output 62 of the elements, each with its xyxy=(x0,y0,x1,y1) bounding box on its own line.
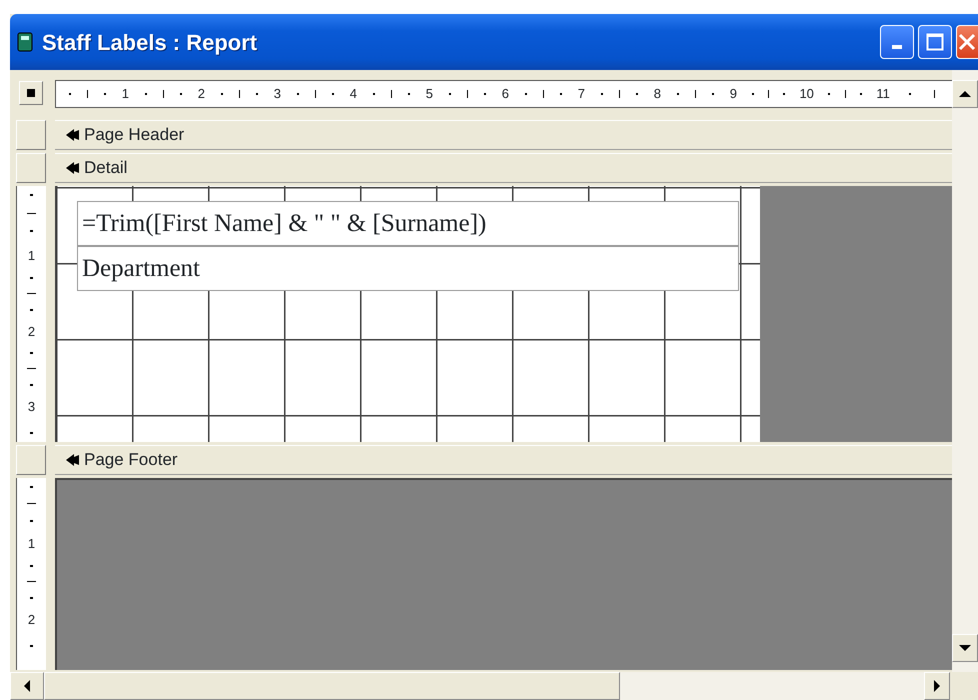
select-report-button[interactable] xyxy=(19,81,43,105)
ruler-number: 11 xyxy=(876,85,890,104)
ruler-number: 5 xyxy=(426,85,434,104)
ruler-number: 8 xyxy=(654,85,662,104)
ruler-tick xyxy=(27,212,36,214)
maximize-button[interactable] xyxy=(918,25,952,59)
scroll-right-button[interactable] xyxy=(924,672,950,700)
window-title: Staff Labels : Report xyxy=(42,28,258,57)
ruler-tick xyxy=(86,90,88,98)
ruler-tick xyxy=(238,90,240,98)
scroll-left-button[interactable] xyxy=(10,672,44,700)
ruler-number: 2 xyxy=(28,612,36,626)
up-arrow-icon xyxy=(958,88,972,100)
ruler-number: 1 xyxy=(122,85,130,104)
scroll-thumb[interactable] xyxy=(44,672,620,700)
ruler-number: 3 xyxy=(28,400,36,413)
ruler-number: 9 xyxy=(730,85,738,104)
ruler-number: 7 xyxy=(578,85,586,104)
ruler-tick xyxy=(162,90,164,98)
ruler-number: 1 xyxy=(28,537,36,550)
close-icon xyxy=(957,32,977,52)
right-arrow-icon xyxy=(931,679,943,693)
ruler-tick xyxy=(27,581,36,582)
arrow-icon xyxy=(65,128,80,142)
square-icon xyxy=(27,89,35,97)
ruler-tick xyxy=(844,90,846,98)
minimize-button[interactable] xyxy=(880,25,914,59)
arrow-icon xyxy=(65,161,80,175)
ruler-tick xyxy=(934,90,936,98)
ruler-number: 1 xyxy=(28,248,36,262)
ruler-tick xyxy=(466,90,468,98)
ruler-number: 3 xyxy=(274,85,282,104)
ruler-number: 6 xyxy=(502,85,510,104)
section-label: Detail xyxy=(84,157,128,180)
minimize-icon xyxy=(892,45,902,49)
text-box[interactable]: =Trim([First Name] & " " & [Surname]) xyxy=(77,201,739,246)
section-selector[interactable] xyxy=(16,120,46,150)
section-selector[interactable] xyxy=(16,153,46,183)
ruler-tick xyxy=(694,90,696,98)
section-label: Page Footer xyxy=(84,449,178,472)
section-label: Page Header xyxy=(84,124,184,146)
ruler-tick xyxy=(314,90,316,98)
text-box[interactable]: Department xyxy=(77,246,739,291)
section-selector[interactable] xyxy=(16,445,46,475)
maximize-icon xyxy=(926,33,944,51)
arrow-icon xyxy=(65,453,80,467)
ruler-tick xyxy=(618,90,620,98)
scroll-down-button[interactable] xyxy=(952,634,978,662)
ruler-number: 10 xyxy=(799,85,814,104)
ruler-number: 4 xyxy=(350,85,358,104)
close-button[interactable] xyxy=(956,25,978,59)
ruler-tick xyxy=(768,90,770,98)
down-arrow-icon xyxy=(958,642,972,654)
ruler-tick xyxy=(542,90,544,98)
ruler-tick xyxy=(27,293,36,294)
book-icon xyxy=(16,32,34,52)
ruler-tick xyxy=(27,503,36,504)
ruler-number: 2 xyxy=(28,324,36,338)
ruler-tick xyxy=(390,90,392,98)
ruler-number: 2 xyxy=(198,85,206,104)
scroll-up-button[interactable] xyxy=(952,80,978,108)
ruler-tick xyxy=(27,368,36,370)
